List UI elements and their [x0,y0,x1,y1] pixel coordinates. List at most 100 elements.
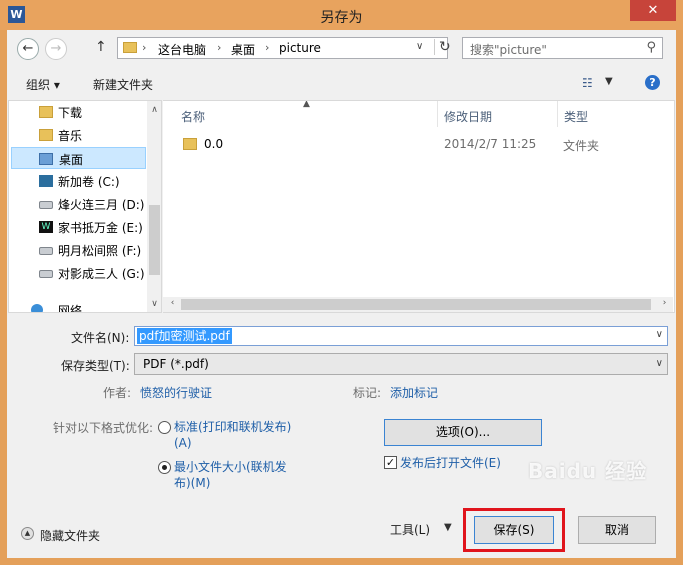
app-drive-icon: W [39,221,53,233]
navigation-pane[interactable]: 下载 音乐 桌面 新加卷 (C:) 烽火连三月 (D:) W 家书抵万金 (E:… [8,100,162,313]
scroll-down-icon[interactable]: ∨ [147,299,161,309]
folder-icon [183,138,197,150]
file-type: 文件夹 [563,139,600,153]
folder-icon [39,106,53,118]
table-row[interactable]: 0.0 2014/2/7 11:25 文件夹 [163,133,673,155]
command-bar: 组织 ▾ 新建文件夹 ☷ ▼ ? [7,66,676,100]
scrollbar-thumb[interactable] [181,299,651,310]
sidebar-item-downloads[interactable]: 下载 [11,101,146,123]
drive-icon [39,270,53,278]
save-button[interactable]: 保存(S) [474,516,554,544]
chevron-down-icon[interactable]: ∨ [416,41,423,52]
sidebar-item-label: 桌面 [59,153,84,167]
radio-minimum-size-label[interactable]: 最小文件大小(联机发布)(M) [174,459,294,491]
search-box[interactable]: 搜索"picture" ⚲ [462,37,663,59]
network-icon [31,304,43,312]
scroll-right-icon[interactable]: › [657,298,672,308]
filename-input[interactable]: pdf加密测试.pdf [137,328,232,344]
savetype-select[interactable]: PDF (*.pdf) ∨ [134,353,668,375]
author-label: 作者: [103,386,132,400]
column-header-name[interactable]: ▲ 名称 [163,101,444,127]
up-button[interactable]: ↑ [95,39,107,55]
new-folder-button[interactable]: 新建文件夹 [93,76,153,93]
radio-standard-label[interactable]: 标准(打印和联机发布)(A) [174,419,304,451]
help-icon[interactable]: ? [645,75,660,90]
search-input[interactable]: 搜索"picture" [470,41,547,58]
search-icon[interactable]: ⚲ [646,40,656,55]
sidebar-item-drive-d[interactable]: 烽火连三月 (D:) [11,193,146,215]
tags-label: 标记: [353,386,382,400]
folder-icon [39,129,53,141]
dialog-footer: ▲ 隐藏文件夹 工具(L) ▼ 保存(S) 取消 [7,503,676,558]
horizontal-scrollbar[interactable]: ‹ › [163,297,673,312]
file-name: 0.0 [204,137,224,151]
column-header-date[interactable]: 修改日期 [438,101,558,127]
add-tags-field[interactable]: 添加标记 [390,384,438,401]
optimize-label: 针对以下格式优化: [53,421,154,435]
hide-folders-button[interactable]: 隐藏文件夹 [40,527,100,544]
column-label: 类型 [564,110,589,124]
organize-button[interactable]: 组织 ▾ [26,76,60,93]
sidebar-item-drive-g[interactable]: 对影成三人 (G:) [11,262,146,284]
open-after-publish-checkbox[interactable]: ✓ [384,456,397,469]
breadcrumb-picture[interactable]: picture [279,41,321,55]
savetype-label: 保存类型(T): [61,359,130,373]
window-title: 另存为 [320,10,363,26]
breadcrumb-desktop[interactable]: 桌面 [231,41,255,58]
chevron-up-icon[interactable]: ▲ [21,527,34,540]
sidebar-item-drive-f[interactable]: 明月松间照 (F:) [11,239,146,261]
baidu-watermark: Baidu 经验 [528,459,648,483]
chevron-right-icon: › [142,41,147,54]
folder-icon [123,42,137,53]
open-after-publish-label[interactable]: 发布后打开文件(E) [400,454,501,471]
sidebar-item-network[interactable]: 网络 [11,301,146,313]
radio-standard[interactable] [158,421,171,434]
drive-icon [39,247,53,255]
sort-ascending-icon: ▲ [303,100,310,109]
file-list[interactable]: ▲ 名称 修改日期 类型 0.0 2014/2/7 11:25 文件夹 ‹ › [163,100,675,313]
chevron-down-icon[interactable]: ▼ [444,522,452,533]
sidebar-scrollbar[interactable]: ∧ ∨ [147,101,161,312]
author-field[interactable]: 愤怒的行驶证 [140,384,212,401]
chevron-right-icon: › [265,41,270,54]
sidebar-item-drive-e[interactable]: W 家书抵万金 (E:) [11,216,146,238]
chevron-down-icon[interactable]: ▼ [605,76,613,87]
address-bar[interactable]: › 这台电脑 › 桌面 › picture ∨ ↻ [117,37,451,59]
column-label: 修改日期 [444,110,493,124]
sidebar-item-label: 音乐 [58,129,83,143]
windows-drive-icon [39,175,53,187]
title-bar: W 另存为 ✕ [0,0,683,30]
scroll-left-icon[interactable]: ‹ [165,298,180,308]
file-date: 2014/2/7 11:25 [444,137,537,151]
sidebar-item-label: 烽火连三月 (D:) [58,198,145,212]
chevron-down-icon[interactable]: ∨ [656,329,663,340]
sidebar-item-desktop[interactable]: 桌面 [11,147,146,169]
breadcrumb-this-pc[interactable]: 这台电脑 [158,41,206,58]
forward-button[interactable]: → [45,38,67,60]
options-button[interactable]: 选项(O)... [384,419,542,446]
drive-icon [39,201,53,209]
filename-field[interactable]: pdf加密测试.pdf ∨ [134,326,668,346]
scrollbar-thumb[interactable] [149,205,160,275]
chevron-right-icon: › [217,41,222,54]
sidebar-item-label: 明月松间照 (F:) [58,244,142,258]
cancel-button[interactable]: 取消 [578,516,656,544]
sidebar-item-drive-c[interactable]: 新加卷 (C:) [11,170,146,192]
radio-minimum-size[interactable] [158,461,171,474]
savetype-value: PDF (*.pdf) [143,357,209,371]
column-header-type[interactable]: 类型 [558,101,673,127]
back-button[interactable]: ← [17,38,39,60]
sidebar-item-music[interactable]: 音乐 [11,124,146,146]
sidebar-item-label: 下载 [58,106,83,120]
refresh-icon[interactable]: ↻ [434,39,451,55]
scroll-up-icon[interactable]: ∧ [147,105,161,115]
sidebar-item-label: 新加卷 (C:) [58,175,120,189]
sidebar-item-label: 网络 [58,304,83,313]
close-button[interactable]: ✕ [630,0,676,21]
sidebar-item-label: 家书抵万金 (E:) [58,221,143,235]
tools-button[interactable]: 工具(L) [390,521,430,538]
filename-label: 文件名(N): [71,331,130,345]
view-details-icon[interactable]: ☷ [582,76,593,90]
navigation-bar: ← → ↑ › 这台电脑 › 桌面 › picture ∨ ↻ 搜索"pictu… [7,30,676,66]
chevron-down-icon[interactable]: ∨ [656,358,663,369]
